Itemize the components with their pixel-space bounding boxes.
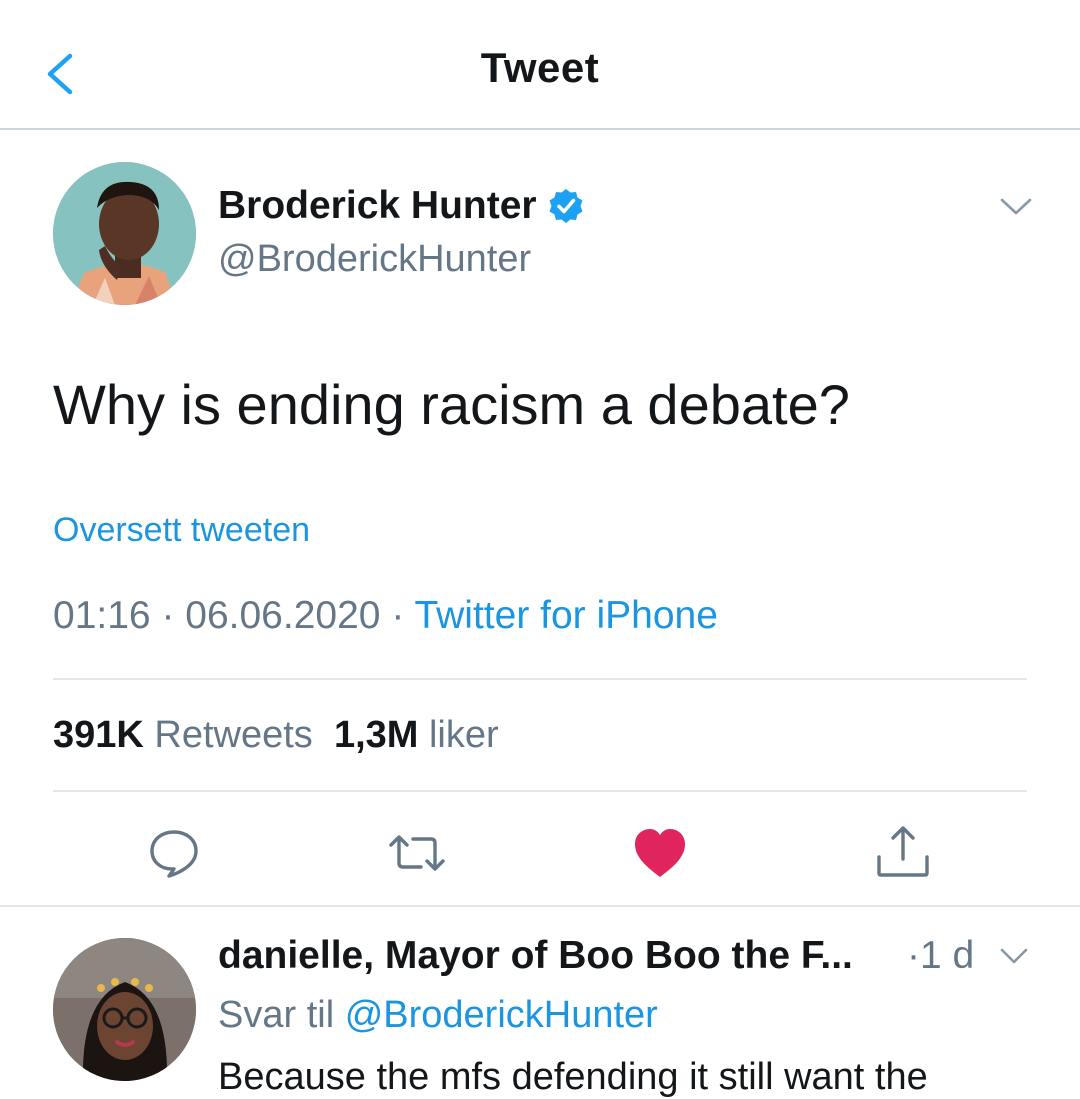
reply-author-name[interactable]: danielle, Mayor of Boo Boo the F... <box>218 934 853 978</box>
reply-text: Because the mfs defending it still want … <box>218 1056 928 1098</box>
retweet-icon <box>389 835 445 871</box>
tweet-meta: 01:16 · 06.06.2020 · Twitter for iPhone <box>53 594 718 638</box>
avatar-image <box>53 162 196 305</box>
reply-author-avatar[interactable] <box>53 938 196 1081</box>
top-bar: Tweet <box>0 0 1080 130</box>
avatar-image <box>53 938 196 1081</box>
reply-to-handle-link[interactable]: @BroderickHunter <box>345 994 658 1036</box>
chevron-down-icon[interactable] <box>998 192 1034 220</box>
reply-icon <box>150 830 198 878</box>
reply-button[interactable] <box>144 823 204 883</box>
verified-badge-icon <box>549 189 583 223</box>
page-title: Tweet <box>480 44 600 91</box>
section-divider <box>0 905 1080 907</box>
retweet-button[interactable] <box>387 823 447 883</box>
retweets-stat[interactable]: 391K Retweets <box>53 714 313 756</box>
like-button[interactable] <box>630 823 690 883</box>
tweet-source-link[interactable]: Twitter for iPhone <box>414 594 717 637</box>
divider <box>53 678 1027 680</box>
share-icon <box>877 826 929 877</box>
meta-separator: · <box>380 594 415 637</box>
tweet-stats: 391K Retweets 1,3M liker <box>53 714 499 757</box>
likes-stat[interactable]: 1,3M liker <box>334 714 499 756</box>
author-avatar[interactable] <box>53 162 196 305</box>
retweets-label: Retweets <box>154 714 313 756</box>
reply-time: ·1 d <box>907 934 975 977</box>
likes-count: 1,3M <box>333 714 419 756</box>
author-name-row[interactable]: Broderick Hunter <box>218 184 585 228</box>
reply-to-line: Svar til @BroderickHunter <box>218 994 658 1037</box>
like-icon <box>635 829 685 877</box>
reply-to-label: Svar til <box>218 994 335 1036</box>
share-button[interactable] <box>873 823 933 883</box>
likes-label: liker <box>428 714 499 756</box>
author-name[interactable]: Broderick Hunter <box>218 184 537 228</box>
retweets-count: 391K <box>53 714 144 756</box>
translate-tweet-link[interactable]: Oversett tweeten <box>53 511 310 550</box>
chevron-down-icon[interactable] <box>998 944 1030 968</box>
tweet-text: Why is ending racism a debate? <box>53 373 850 436</box>
author-handle[interactable]: @BroderickHunter <box>218 238 531 281</box>
tweet-date: 06.06.2020 <box>185 594 381 637</box>
tweet-time: 01:16 <box>53 594 151 637</box>
divider <box>53 790 1027 792</box>
meta-separator: · <box>150 594 186 637</box>
